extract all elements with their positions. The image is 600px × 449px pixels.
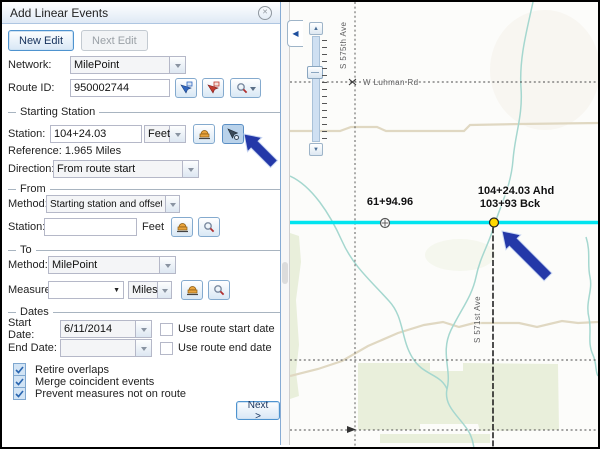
measure-combobox[interactable]: ▼ bbox=[48, 281, 124, 299]
from-measure-tool-button[interactable] bbox=[171, 217, 193, 237]
measure-tool-button[interactable] bbox=[193, 124, 215, 144]
collapse-arrow-icon: ◀ bbox=[292, 29, 298, 38]
next-edit-button[interactable]: Next Edit bbox=[81, 30, 148, 51]
magnifier-icon bbox=[203, 221, 215, 233]
next-button[interactable]: Next > bbox=[236, 401, 280, 420]
station-units: Feet bbox=[144, 125, 170, 143]
app-window: Add Linear Events ✕ New Edit Next Edit N… bbox=[0, 0, 600, 449]
measure-device-icon bbox=[186, 285, 199, 296]
direction-label: Direction: bbox=[8, 163, 53, 175]
route-id-label: Route ID: bbox=[8, 82, 70, 94]
from-station-label: Station: bbox=[8, 221, 44, 233]
measure-label-61: 61+94.96 bbox=[350, 196, 430, 208]
select-route-on-map-button[interactable] bbox=[175, 78, 197, 98]
to-section-legend: To bbox=[2, 244, 280, 256]
use-route-start-date-checkbox[interactable] bbox=[160, 323, 173, 336]
dropdown-arrow-icon: ▼ bbox=[113, 287, 120, 294]
from-station-input[interactable] bbox=[44, 218, 137, 236]
field-polygon bbox=[380, 434, 490, 443]
station-label: Station: bbox=[8, 128, 50, 140]
to-measure-tool-button[interactable] bbox=[181, 280, 203, 300]
direction-combobox[interactable] bbox=[53, 160, 183, 178]
from-station-units: Feet bbox=[142, 221, 164, 233]
collapse-panel-tab[interactable]: ◀ bbox=[287, 20, 303, 47]
measure-units: Miles bbox=[128, 281, 158, 299]
map-basemap bbox=[290, 2, 598, 447]
retire-overlaps-label: Retire overlaps bbox=[35, 364, 109, 376]
from-method-dropdown-trigger[interactable] bbox=[166, 195, 180, 213]
start-date-label: Start Date: bbox=[8, 317, 60, 341]
measure-label: Measure: bbox=[8, 284, 48, 296]
prevent-measures-checkbox[interactable] bbox=[13, 387, 26, 400]
measure-search-button[interactable] bbox=[208, 280, 230, 300]
road-label-w-luhman: W Luhman Rd bbox=[363, 78, 419, 87]
station-input[interactable] bbox=[50, 125, 142, 143]
start-date-input[interactable] bbox=[60, 320, 136, 338]
station-units-trigger[interactable] bbox=[170, 125, 186, 143]
road-label-571st-ave: S 571st Ave bbox=[473, 296, 482, 343]
checkmark-icon bbox=[15, 390, 24, 398]
panel-header: Add Linear Events ✕ bbox=[2, 2, 280, 24]
select-station-on-map-button[interactable] bbox=[222, 124, 244, 144]
checkmark-icon bbox=[15, 366, 24, 374]
network-dropdown-trigger[interactable] bbox=[170, 56, 186, 74]
stream-line bbox=[586, 237, 598, 376]
use-route-end-date-label: Use route end date bbox=[178, 342, 272, 354]
route-search-menu-button[interactable] bbox=[230, 78, 261, 98]
start-date-trigger[interactable] bbox=[136, 320, 152, 338]
checkmark-icon bbox=[15, 378, 24, 386]
end-date-input[interactable] bbox=[60, 339, 136, 357]
blue-pointer-icon bbox=[179, 81, 193, 95]
scrollbar-thumb[interactable] bbox=[282, 262, 288, 284]
from-method-combobox[interactable] bbox=[46, 195, 166, 213]
measure-units-trigger[interactable] bbox=[158, 281, 172, 299]
new-edit-button[interactable]: New Edit bbox=[8, 30, 74, 51]
panel-scrollbar[interactable] bbox=[281, 2, 290, 445]
measure-device-icon bbox=[198, 129, 211, 140]
use-route-end-date-checkbox[interactable] bbox=[160, 342, 173, 355]
network-combobox[interactable] bbox=[70, 56, 170, 74]
to-method-label: Method: bbox=[8, 259, 48, 271]
direction-dropdown-trigger[interactable] bbox=[183, 160, 199, 178]
zoom-out-button[interactable]: ▼ bbox=[309, 143, 323, 156]
terrain-blob bbox=[490, 10, 598, 130]
starting-station-section-legend: Starting Station bbox=[2, 106, 280, 118]
close-icon[interactable]: ✕ bbox=[258, 6, 272, 20]
station-reference-marker bbox=[381, 219, 390, 228]
zoom-in-button[interactable]: ▲ bbox=[309, 22, 323, 35]
from-station-search-button[interactable] bbox=[198, 217, 220, 237]
zoom-slider-handle[interactable] bbox=[307, 66, 323, 79]
measure-label-ahead: 104+24.03 Ahd bbox=[466, 185, 566, 197]
magnifier-icon bbox=[236, 82, 248, 94]
end-date-trigger[interactable] bbox=[136, 339, 152, 357]
use-route-start-date-label: Use route start date bbox=[178, 323, 275, 335]
end-date-label: End Date: bbox=[8, 342, 60, 354]
from-method-label: Method: bbox=[8, 198, 46, 210]
picked-station-marker[interactable] bbox=[490, 218, 499, 227]
red-pointer-icon bbox=[206, 81, 220, 95]
clear-route-selection-button[interactable] bbox=[202, 78, 224, 98]
prevent-measures-label: Prevent measures not on route bbox=[35, 388, 186, 400]
route-id-input[interactable] bbox=[70, 79, 170, 97]
panel-title: Add Linear Events bbox=[10, 6, 258, 20]
road-label-575th-ave: S 575th Ave bbox=[339, 22, 348, 69]
to-method-combobox[interactable] bbox=[48, 256, 160, 274]
zoom-slider-track[interactable] bbox=[312, 36, 320, 142]
chevron-down-icon bbox=[250, 87, 256, 94]
arrow-up-icon: ▲ bbox=[313, 26, 319, 32]
network-label: Network: bbox=[8, 59, 70, 71]
merge-coincident-events-label: Merge coincident events bbox=[35, 376, 154, 388]
measure-label-back: 103+93 Bck bbox=[460, 198, 560, 210]
add-linear-events-panel: Add Linear Events ✕ New Edit Next Edit N… bbox=[2, 2, 281, 445]
terrain-blob bbox=[425, 239, 495, 271]
from-section-legend: From bbox=[2, 183, 280, 195]
measure-device-icon bbox=[176, 222, 189, 233]
map-canvas[interactable]: W Luhman Rd S 575th Ave S 571st Ave 61+9… bbox=[290, 2, 598, 447]
reference-text: Reference: 1.965 Miles bbox=[8, 145, 121, 157]
field-polygon bbox=[358, 363, 559, 431]
station-pointer-icon bbox=[226, 127, 240, 141]
magnifier-icon bbox=[213, 284, 225, 296]
to-method-dropdown-trigger[interactable] bbox=[160, 256, 176, 274]
arrow-down-icon: ▼ bbox=[313, 147, 319, 153]
